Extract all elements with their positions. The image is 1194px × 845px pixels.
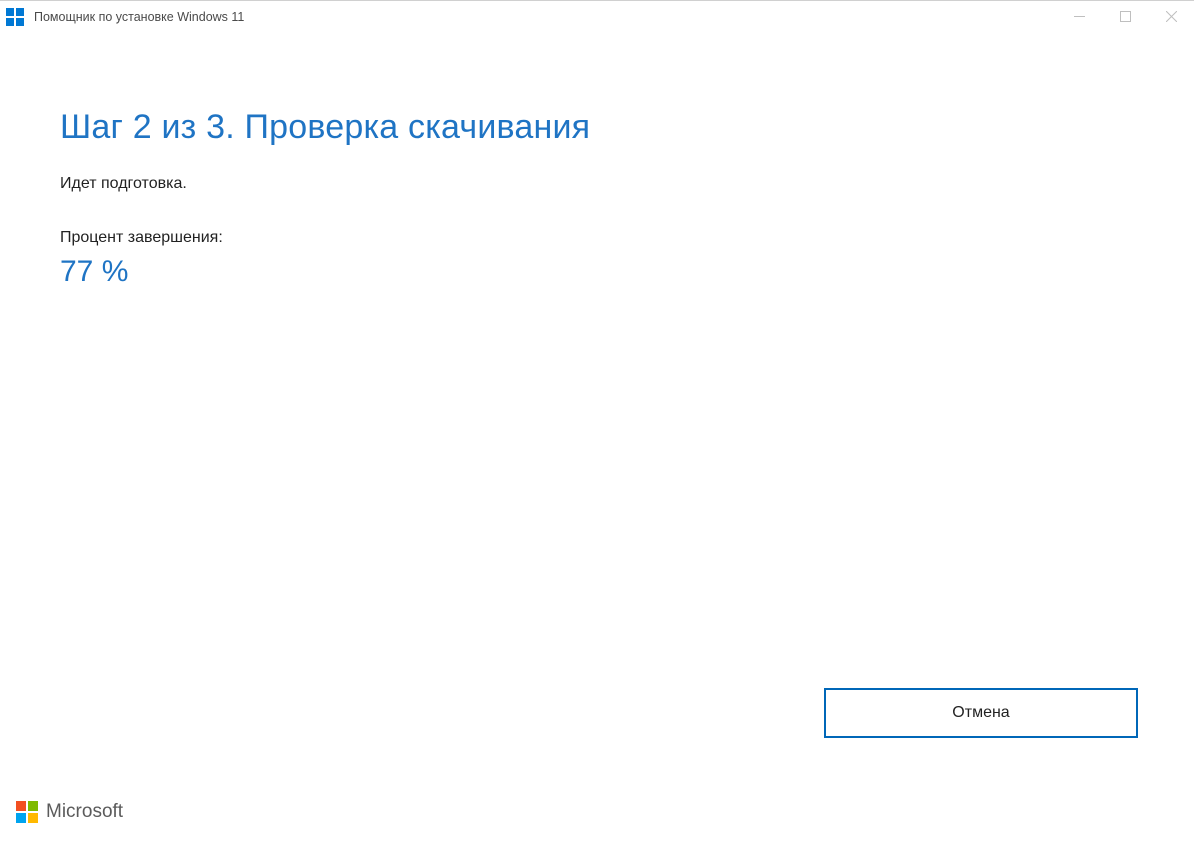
window-controls	[1056, 1, 1194, 32]
close-button[interactable]	[1148, 1, 1194, 32]
minimize-button[interactable]	[1056, 1, 1102, 32]
maximize-button[interactable]	[1102, 1, 1148, 32]
progress-label: Процент завершения:	[60, 229, 1134, 247]
progress-value: 77 %	[60, 255, 1134, 289]
footer: Microsoft	[16, 801, 123, 823]
cancel-button[interactable]: Отмена	[824, 688, 1138, 738]
microsoft-logo-icon	[16, 801, 38, 823]
window-title: Помощник по установке Windows 11	[34, 10, 1056, 24]
windows-logo-icon	[6, 8, 24, 26]
footer-brand: Microsoft	[46, 801, 123, 823]
main-content: Шаг 2 из 3. Проверка скачивания Идет под…	[0, 32, 1194, 289]
title-bar: Помощник по установке Windows 11	[0, 0, 1194, 32]
status-text: Идет подготовка.	[60, 175, 1134, 193]
page-heading: Шаг 2 из 3. Проверка скачивания	[60, 108, 1134, 147]
